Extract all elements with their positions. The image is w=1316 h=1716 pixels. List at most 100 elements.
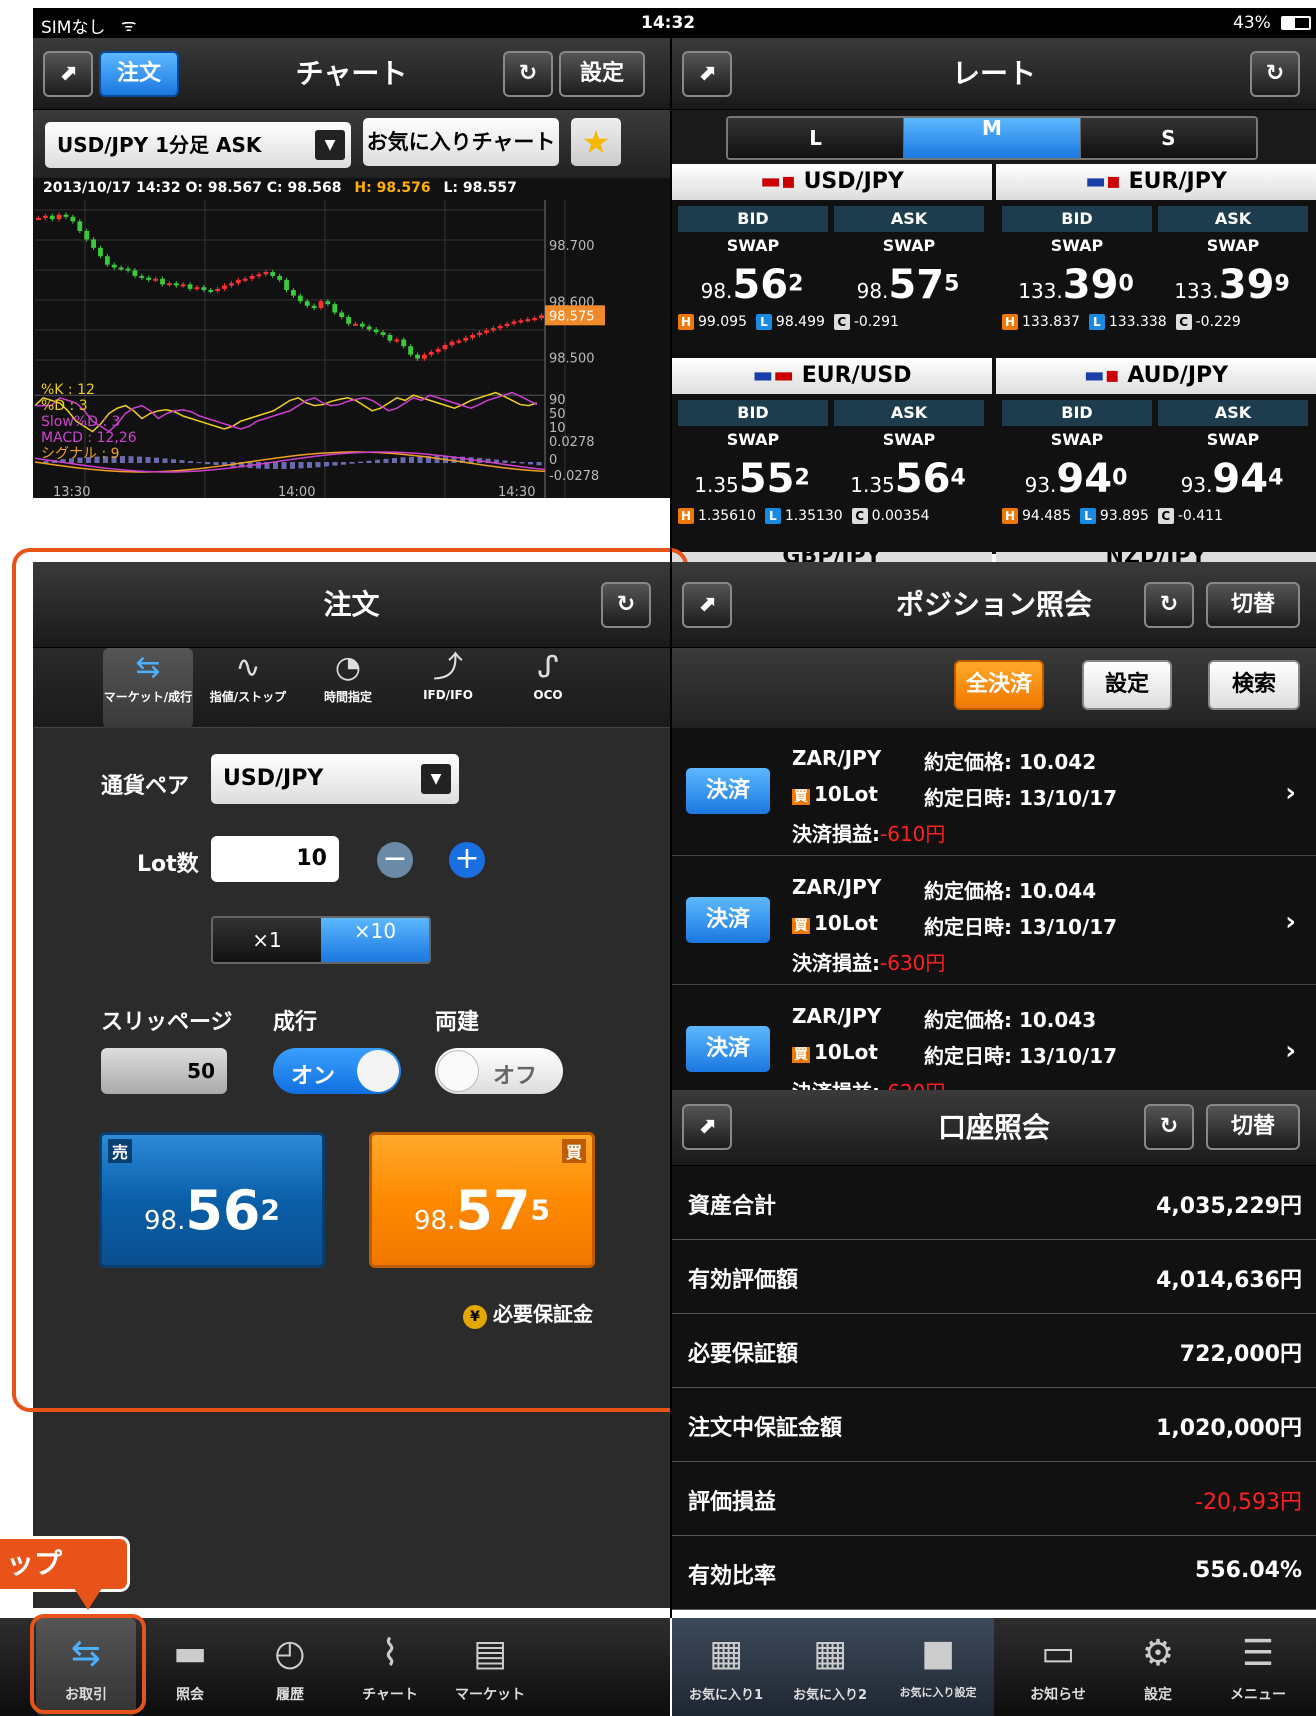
macd-bar xyxy=(434,456,440,463)
position-row[interactable]: 決済 ZAR/JPY 買10Lot 決済損益:-620円 約定価格: 10.04… xyxy=(672,986,1316,1090)
macd-bar xyxy=(324,462,329,467)
position-row[interactable]: 決済 ZAR/JPY 買 10Lot 決済損益:-630円 約定価格: 10.04… xyxy=(672,857,1316,985)
switch-button[interactable]: 切替 xyxy=(1206,582,1300,628)
search-button[interactable]: 検索 xyxy=(1208,660,1300,710)
tab-highlight xyxy=(30,1614,146,1714)
settle-button[interactable]: 決済 xyxy=(686,768,770,814)
tab-chart[interactable]: ⌇ チャート xyxy=(340,1618,440,1716)
tab-market[interactable]: ▤ マーケット xyxy=(440,1618,540,1716)
ask-price[interactable]: 98.575 xyxy=(828,262,988,308)
position-pair: ZAR/JPY xyxy=(792,1004,882,1028)
rate-card-audjpy[interactable]: ▬▪ AUD/JPY BID ASK SWAP SWAP 93.940 93.9… xyxy=(996,358,1316,548)
macd-bar xyxy=(128,456,134,463)
macd-bar xyxy=(536,462,542,466)
expand-icon[interactable]: ⬈ xyxy=(682,582,732,628)
macd-bar xyxy=(290,462,295,469)
bid-price[interactable]: 1.35552 xyxy=(672,456,832,502)
chart-settings-button[interactable]: 設定 xyxy=(559,51,645,97)
candle-body xyxy=(470,335,476,338)
bid-price[interactable]: 133.390 xyxy=(996,262,1156,308)
tab-history[interactable]: ◴ 履歴 xyxy=(240,1618,340,1716)
tab-favorite2[interactable]: ▦ お気に入り2 xyxy=(780,1618,880,1716)
macd-bar xyxy=(417,456,423,463)
macd-bar xyxy=(273,462,278,469)
menu-icon: ☰ xyxy=(1241,1633,1275,1674)
candle-body xyxy=(463,337,469,341)
bid-price[interactable]: 98.562 xyxy=(672,262,832,308)
macd-bar xyxy=(341,462,346,465)
rate-card-usdjpy[interactable]: ▬▪ USD/JPY BID ASK SWAP SWAP 98.562 98.5… xyxy=(672,164,992,354)
tab-news[interactable]: ▭ お知らせ xyxy=(1008,1618,1108,1716)
macd-bar xyxy=(281,462,287,469)
candle-body xyxy=(70,216,76,222)
switch-button[interactable]: 切替 xyxy=(1206,1104,1300,1150)
refresh-icon[interactable]: ↻ xyxy=(1144,1104,1194,1150)
pair-name: ▬▪ AUD/JPY xyxy=(996,358,1316,394)
panel-divider xyxy=(670,38,672,1618)
swap-label: SWAP xyxy=(1050,430,1104,449)
chat-icon: ▭ xyxy=(1040,1633,1075,1674)
bid-price[interactable]: 93.940 xyxy=(996,456,1156,502)
candle-body xyxy=(490,328,496,331)
swap-label: SWAP xyxy=(1050,236,1104,255)
seg-m[interactable]: M xyxy=(904,118,1080,158)
candle-body xyxy=(449,341,455,346)
ask-price[interactable]: 1.35564 xyxy=(828,456,988,502)
rate-card-eurusd[interactable]: ▬▬ EUR/USD BID ASK SWAP SWAP 1.35552 1.3… xyxy=(672,358,992,548)
indicator-label: %D : 3 xyxy=(41,398,88,414)
ask-price[interactable]: 93.944 xyxy=(1152,456,1312,502)
hlc-row: H 133.837 L 133.338 C -0.229 xyxy=(1002,314,1241,330)
favorite-chart-button[interactable]: お気に入りチャート xyxy=(363,118,559,166)
candle-body xyxy=(263,272,269,275)
candle-body xyxy=(387,335,393,341)
account-row: 評価損益 -20,593円 xyxy=(672,1462,1316,1536)
position-date: 約定日時: 13/10/17 xyxy=(924,915,1118,939)
seg-s[interactable]: S xyxy=(1079,118,1256,158)
position-row[interactable]: 決済 ZAR/JPY 買 10Lot 決済損益:-610円 約定価格: 10.04… xyxy=(672,728,1316,856)
price-label: 98.575 xyxy=(549,309,595,324)
tab-settings[interactable]: ⚙ 設定 xyxy=(1108,1618,1208,1716)
refresh-icon[interactable]: ↻ xyxy=(1144,582,1194,628)
candle-body xyxy=(359,323,365,327)
order-button[interactable]: 注文 xyxy=(99,51,179,97)
ask-label: ASK xyxy=(1158,206,1308,232)
candle-body xyxy=(366,326,372,330)
hlc-row: H 99.095 L 98.499 C -0.291 xyxy=(678,314,899,330)
chart-area[interactable]: 2013/10/17 14:32 O: 98.567 C: 98.568 H: … xyxy=(33,178,670,498)
position-lot: 買 10Lot xyxy=(792,911,878,935)
tab-favorite1[interactable]: ▦ お気に入り1 xyxy=(676,1618,776,1716)
price-label: 98.700 xyxy=(549,239,595,254)
osc-label: -0.0278 xyxy=(549,469,599,484)
refresh-icon[interactable]: ↻ xyxy=(503,51,553,97)
tab-menu[interactable]: ☰ メニュー xyxy=(1208,1618,1308,1716)
tab-inquiry[interactable]: ▬ 照会 xyxy=(140,1618,240,1716)
square-icon: ■ xyxy=(920,1633,955,1674)
time-label: 14:00 xyxy=(278,485,315,498)
ohlc-info: 2013/10/17 14:32 O: 98.567 C: 98.568 H: … xyxy=(43,180,517,196)
candle-body xyxy=(325,301,331,305)
settle-button[interactable]: 決済 xyxy=(686,897,770,943)
candle-body xyxy=(504,323,510,326)
expand-icon[interactable]: ⬈ xyxy=(682,1104,732,1150)
candle-body xyxy=(91,239,96,248)
position-price: 約定価格: 10.044 xyxy=(924,879,1097,903)
expand-icon[interactable]: ⬈ xyxy=(43,51,93,97)
candle-body xyxy=(118,267,124,270)
symbol-select[interactable]: USD/JPY 1分足 ASK ▼ xyxy=(45,122,351,168)
chevron-right-icon: › xyxy=(1285,1036,1296,1066)
expand-icon[interactable]: ⬈ xyxy=(682,51,732,97)
position-pl: 決済損益:-630円 xyxy=(792,951,946,975)
settle-button[interactable]: 決済 xyxy=(686,1026,770,1072)
position-settings-button[interactable]: 設定 xyxy=(1082,660,1172,710)
position-pl: 決済損益:-620円 xyxy=(792,1076,945,1090)
tab-favorite-settings[interactable]: ■ お気に入り設定 xyxy=(884,1618,992,1716)
history-icon: ◴ xyxy=(274,1633,306,1674)
rate-header: レート ⬈ ↻ xyxy=(672,38,1316,110)
seg-l[interactable]: L xyxy=(728,118,905,158)
rate-card-eurjpy[interactable]: ▬▪ EUR/JPY BID ASK SWAP SWAP 133.390 133… xyxy=(996,164,1316,354)
close-all-button[interactable]: 全決済 xyxy=(954,660,1044,710)
star-icon[interactable]: ★ xyxy=(571,118,621,166)
bid-label: BID xyxy=(678,400,828,426)
refresh-icon[interactable]: ↻ xyxy=(1250,51,1300,97)
ask-price[interactable]: 133.399 xyxy=(1152,262,1312,308)
